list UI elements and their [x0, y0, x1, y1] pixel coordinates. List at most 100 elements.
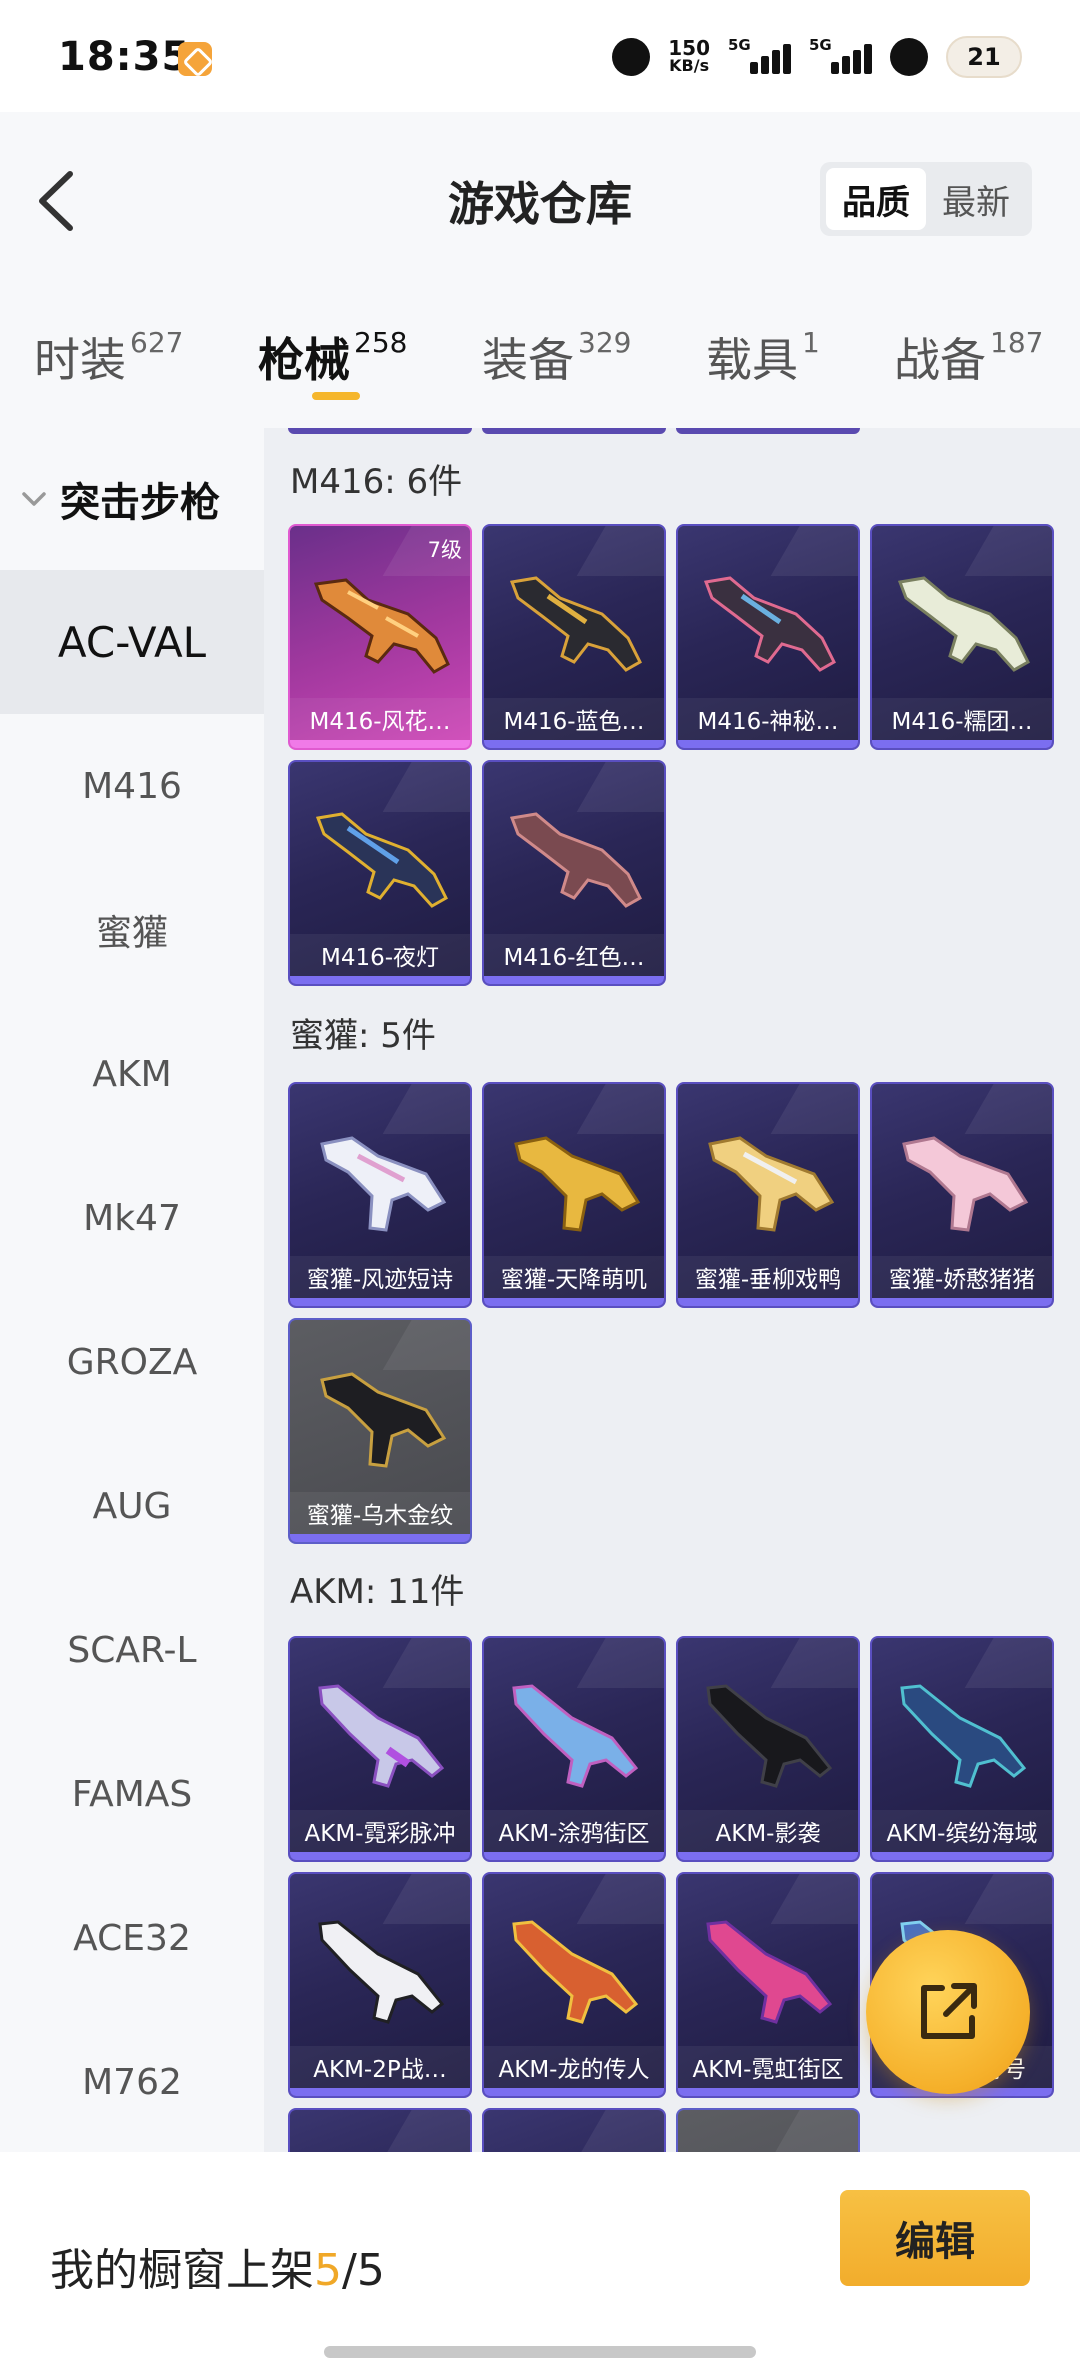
showcase-bar: 我的橱窗上架5/5 编辑 — [0, 2152, 1080, 2376]
skin-name: 蜜獾-风迹短诗 — [290, 1256, 470, 1298]
skin-card[interactable]: AKM-影袭 — [676, 1636, 860, 1862]
sidebar-item-m762[interactable]: M762 — [0, 2010, 264, 2154]
rifle-icon — [318, 1920, 445, 2024]
skin-card[interactable]: AKM-缤纷海域 — [870, 1636, 1054, 1862]
skin-name: 蜜獾-娇憨猪猪 — [872, 1256, 1052, 1298]
rarity-bar — [290, 1852, 470, 1860]
signal-1-label: 5G — [728, 36, 751, 54]
skin-card[interactable]: 蜜獾-垂柳戏鸭 — [676, 1082, 860, 1308]
rifle-icon — [318, 1684, 445, 1788]
section-title-akm: AKM: 11件 — [290, 1572, 465, 1612]
showcase-total: 5 — [356, 2245, 385, 2296]
rifle-icon — [706, 1684, 833, 1788]
tab-outfits[interactable]: 时装 627 — [34, 324, 183, 390]
skin-card[interactable]: 蜜獾-风迹短诗 — [288, 1082, 472, 1308]
wifi-icon — [890, 38, 928, 76]
skin-card[interactable]: M416-夜灯 — [288, 760, 472, 986]
skin-name: AKM-霓虹街区 — [678, 2046, 858, 2088]
tab-vehicles[interactable]: 载具 1 — [706, 324, 820, 390]
sidebar-item-ace32[interactable]: ACE32 — [0, 1866, 264, 2010]
rarity-bar — [290, 2088, 470, 2096]
skin-card[interactable] — [482, 2108, 666, 2152]
tab-label: 战备 — [894, 333, 986, 387]
skin-name: M416-夜灯 — [290, 934, 470, 976]
skin-card[interactable]: AKM-2P战… — [288, 1872, 472, 2098]
sidebar-item-ac-val[interactable]: AC-VAL — [0, 570, 264, 714]
sidebar-item-akm[interactable]: AKM — [0, 1002, 264, 1146]
skin-name: AKM-龙的传人 — [484, 2046, 664, 2088]
sidebar-item-groza[interactable]: GROZA — [0, 1290, 264, 1434]
sort-toggle: 品质 最新 — [820, 162, 1032, 236]
sidebar-item-scar-l[interactable]: SCAR-L — [0, 1578, 264, 1722]
sort-option-newest[interactable]: 最新 — [926, 168, 1026, 230]
smg-icon — [708, 1136, 835, 1232]
skin-card[interactable]: 蜜獾-乌木金纹 — [288, 1318, 472, 1544]
skin-card[interactable]: M416-糯团… — [870, 524, 1054, 750]
skin-name: M416-神秘… — [678, 698, 858, 740]
net-speed: 150 KB/s — [668, 36, 710, 75]
alarm-icon — [612, 38, 651, 76]
skin-card[interactable]: M416-神秘… — [676, 524, 860, 750]
skin-card[interactable]: 蜜獾-娇憨猪猪 — [870, 1082, 1054, 1308]
skin-name: M416-糯团… — [872, 698, 1052, 740]
sidebar-item-m416[interactable]: M416 — [0, 714, 264, 858]
showcase-separator: / — [342, 2245, 357, 2296]
skin-card[interactable]: AKM-涂鸦街区 — [482, 1636, 666, 1862]
back-button[interactable] — [30, 166, 90, 236]
active-tab-indicator — [312, 392, 360, 400]
skin-name: AKM-涂鸦街区 — [484, 1810, 664, 1852]
share-fab[interactable] — [866, 1930, 1030, 2094]
section-title-honey-badger: 蜜獾: 5件 — [290, 1016, 436, 1056]
rifle-icon — [313, 578, 450, 674]
rifle-icon — [315, 812, 448, 908]
skin-list[interactable]: M416: 6件 7级 M416-风花… M416-蓝色… M416-神秘… M… — [264, 428, 1080, 2152]
category-header[interactable]: 突击步枪 — [0, 428, 264, 570]
skin-card[interactable]: AKM-霓虹街区 — [676, 1872, 860, 2098]
skin-name: 蜜獾-天降萌叽 — [484, 1256, 664, 1298]
sort-option-quality[interactable]: 品质 — [826, 168, 926, 230]
edit-button[interactable]: 编辑 — [840, 2190, 1030, 2286]
skin-card[interactable]: AKM-龙的传人 — [482, 1872, 666, 2098]
rarity-bar — [290, 976, 470, 984]
home-indicator[interactable] — [324, 2346, 756, 2358]
rifle-icon — [512, 1684, 639, 1788]
skin-card[interactable] — [288, 2108, 472, 2152]
rifle-icon — [703, 576, 836, 672]
rifle-icon — [509, 576, 642, 672]
sidebar-item-mk47[interactable]: Mk47 — [0, 1146, 264, 1290]
smg-icon — [320, 1372, 447, 1468]
sidebar-item-honey-badger[interactable]: 蜜獾 — [0, 858, 264, 1002]
skin-card[interactable]: M416-蓝色… — [482, 524, 666, 750]
rarity-bar — [678, 1852, 858, 1860]
showcase-label: 我的橱窗上架 — [50, 2245, 314, 2296]
skin-card[interactable]: AKM-霓彩脉冲 — [288, 1636, 472, 1862]
signal-icon-2: 5G — [809, 36, 872, 74]
skin-name: M416-红色… — [484, 934, 664, 976]
tab-count: 627 — [130, 326, 184, 359]
tab-guns[interactable]: 枪械 258 — [258, 324, 407, 390]
tab-supplies[interactable]: 战备 187 — [894, 324, 1043, 390]
rarity-bar — [678, 1298, 858, 1306]
skin-name: M416-风花… — [290, 698, 470, 740]
rifle-icon — [509, 812, 642, 908]
tab-label: 枪械 — [258, 333, 350, 387]
sidebar-item-famas[interactable]: FAMAS — [0, 1722, 264, 1866]
skin-card[interactable]: 7级 M416-风花… — [288, 524, 472, 750]
tab-count: 258 — [354, 326, 408, 359]
previous-card-edge — [482, 428, 666, 434]
app-notification-icon — [178, 42, 212, 76]
rarity-bar — [678, 740, 858, 748]
skin-name: AKM-缤纷海域 — [872, 1810, 1052, 1852]
rifle-icon — [512, 1920, 639, 2024]
skin-card[interactable]: M416-红色… — [482, 760, 666, 986]
skin-name: AKM-2P战… — [290, 2046, 470, 2088]
net-speed-value: 150 — [668, 36, 710, 60]
rarity-bar — [290, 1298, 470, 1306]
rarity-bar — [872, 1852, 1052, 1860]
tab-equipment[interactable]: 装备 329 — [482, 324, 631, 390]
skin-card[interactable] — [676, 2108, 860, 2152]
rifle-icon — [897, 576, 1030, 672]
skin-name: 蜜獾-垂柳戏鸭 — [678, 1256, 858, 1298]
sidebar-item-aug[interactable]: AUG — [0, 1434, 264, 1578]
skin-card[interactable]: 蜜獾-天降萌叽 — [482, 1082, 666, 1308]
